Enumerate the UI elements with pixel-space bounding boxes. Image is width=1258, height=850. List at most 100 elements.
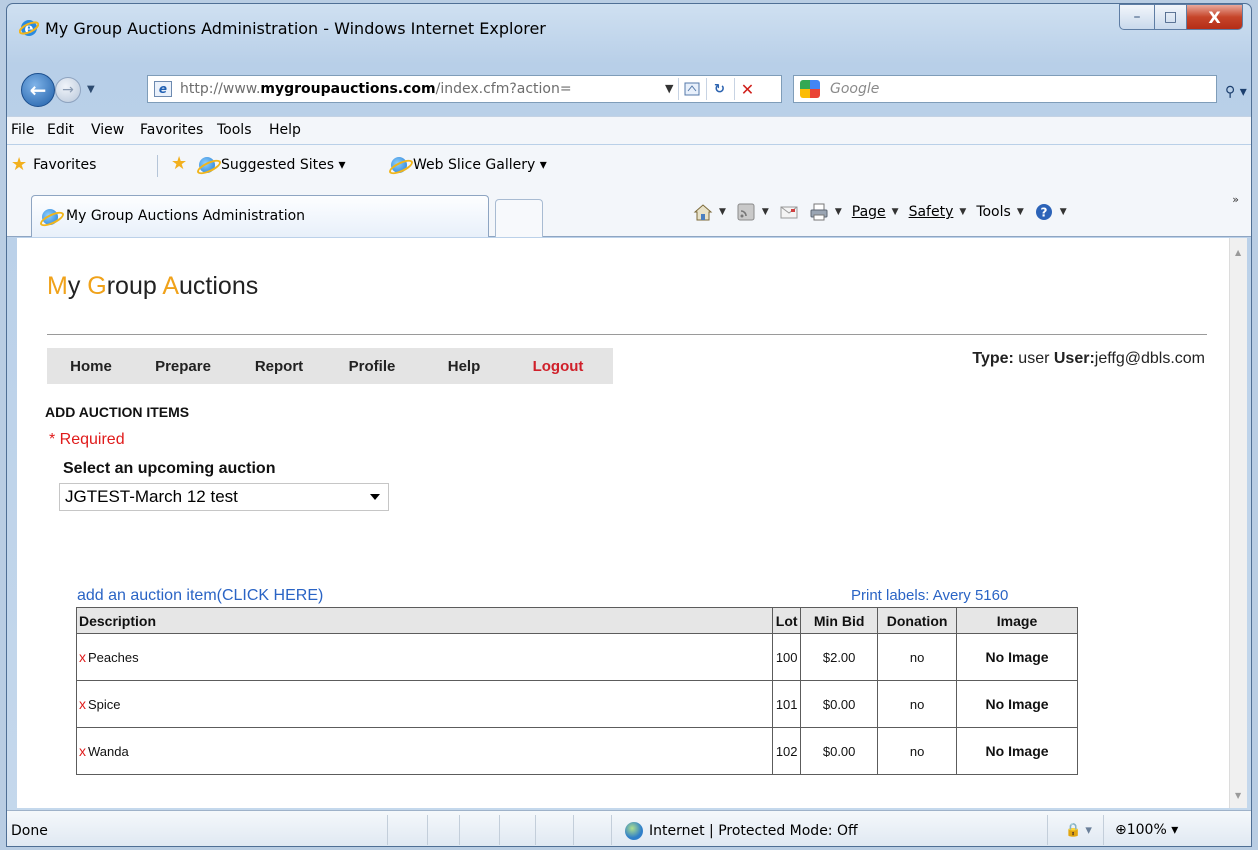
nav-help[interactable]: Help — [417, 348, 511, 384]
nav-report[interactable]: Report — [231, 348, 327, 384]
scroll-up-icon[interactable]: ▲ — [1235, 248, 1241, 257]
ie-icon — [391, 157, 407, 173]
status-divider — [535, 815, 536, 845]
chevron-down-icon — [370, 494, 380, 500]
compatibility-view-icon[interactable] — [678, 78, 704, 100]
status-divider — [499, 815, 500, 845]
stop-icon[interactable]: ✕ — [734, 78, 760, 100]
delete-item-icon[interactable]: x — [79, 696, 86, 712]
print-button[interactable]: ▼ — [809, 203, 842, 221]
google-icon — [800, 80, 820, 98]
item-description: x Wanda — [75, 727, 773, 775]
minimize-button[interactable]: – — [1119, 4, 1155, 30]
search-input[interactable]: Google — [830, 81, 879, 97]
read-mail-button[interactable] — [779, 203, 799, 221]
menu-file[interactable]: File — [11, 122, 34, 138]
close-button[interactable]: X — [1187, 4, 1243, 30]
svg-text:?: ? — [1040, 206, 1047, 220]
print-labels-link[interactable]: Print labels: Avery 5160 — [851, 587, 1008, 604]
status-divider — [1047, 815, 1048, 845]
web-slice-gallery-label: Web Slice Gallery ▾ — [413, 157, 547, 173]
suggested-sites-link[interactable]: Suggested Sites ▾ — [199, 157, 346, 173]
item-min-bid: $0.00 — [800, 727, 878, 775]
item-image: No Image — [956, 633, 1078, 681]
safety-menu-button[interactable]: Safety ▼ — [909, 204, 967, 220]
favorites-label: Favorites — [33, 157, 97, 173]
nav-home[interactable]: Home — [47, 348, 135, 384]
column-header-image: Image — [956, 607, 1078, 634]
item-description: x Spice — [75, 680, 773, 728]
page-content: My Group Auctions Home Prepare Report Pr… — [17, 238, 1229, 808]
item-lot: 101 — [772, 680, 801, 728]
item-donation: no — [877, 727, 957, 775]
nav-logout[interactable]: Logout — [511, 348, 605, 384]
auction-select[interactable]: JGTEST-March 12 test — [59, 483, 389, 511]
main-nav: Home Prepare Report Profile Help Logout — [47, 348, 613, 384]
scroll-down-icon[interactable]: ▼ — [1235, 791, 1241, 800]
zoom-level[interactable]: ⊕100% ▾ — [1115, 822, 1178, 838]
printer-icon — [810, 203, 828, 221]
address-bar[interactable]: e http://www.mygroupauctions.com/index.c… — [147, 75, 782, 103]
table-row: x Spice 101 $0.00 no No Image — [75, 680, 1078, 728]
vertical-scrollbar[interactable]: ▲ ▼ — [1229, 238, 1247, 808]
help-menu-button[interactable]: ? ▼ — [1034, 203, 1067, 221]
tab-my-group-auctions[interactable]: My Group Auctions Administration — [31, 195, 489, 237]
nav-prepare[interactable]: Prepare — [135, 348, 231, 384]
tab-bar: My Group Auctions Administration ▼ ▼ ▼ P… — [7, 185, 1251, 237]
menu-edit[interactable]: Edit — [47, 122, 74, 138]
address-dropdown-icon[interactable]: ▼ — [665, 82, 673, 95]
table-row: x Peaches 100 $2.00 no No Image — [75, 633, 1078, 681]
menu-tools[interactable]: Tools — [217, 122, 252, 138]
favorites-separator — [157, 155, 158, 177]
column-header-donation: Donation — [877, 607, 958, 634]
auction-select-label: Select an upcoming auction — [63, 460, 276, 477]
item-description: x Peaches — [75, 633, 773, 681]
suggested-sites-label: Suggested Sites ▾ — [221, 157, 346, 173]
auction-select-value: JGTEST-March 12 test — [65, 487, 238, 506]
item-description-link[interactable]: Peaches — [88, 650, 139, 665]
tools-menu-button[interactable]: Tools ▼ — [976, 204, 1023, 220]
add-auction-item-link[interactable]: add an auction item(CLICK HERE) — [77, 587, 323, 605]
mail-icon — [780, 206, 798, 219]
web-slice-gallery-link[interactable]: Web Slice Gallery ▾ — [391, 157, 547, 173]
add-to-favorites-bar-button[interactable]: ★ — [171, 155, 187, 173]
column-header-lot: Lot — [772, 607, 802, 634]
protected-mode-icon[interactable]: 🔒 ▾ — [1065, 823, 1092, 838]
home-button[interactable]: ▼ — [693, 203, 726, 221]
chevron-more-icon[interactable]: » — [1232, 193, 1239, 206]
maximize-button[interactable]: □ — [1155, 4, 1187, 30]
status-divider — [387, 815, 388, 845]
item-description-link[interactable]: Wanda — [88, 744, 129, 759]
favorites-button[interactable]: ★ Favorites — [11, 154, 97, 175]
item-min-bid: $2.00 — [800, 633, 878, 681]
new-tab-button[interactable] — [495, 199, 543, 237]
browser-window: e My Group Auctions Administration - Win… — [6, 3, 1252, 847]
column-header-min-bid: Min Bid — [800, 607, 879, 634]
item-description-link[interactable]: Spice — [88, 697, 121, 712]
search-box[interactable]: Google — [793, 75, 1217, 103]
menu-view[interactable]: View — [91, 122, 124, 138]
feeds-button[interactable]: ▼ — [736, 203, 769, 221]
item-image: No Image — [956, 727, 1078, 775]
menu-help[interactable]: Help — [269, 122, 301, 138]
security-zone-label: Internet | Protected Mode: Off — [649, 823, 858, 839]
back-button[interactable]: ← — [21, 73, 55, 107]
nav-profile[interactable]: Profile — [327, 348, 417, 384]
delete-item-icon[interactable]: x — [79, 743, 86, 759]
user-info: Type: user User:jeffg@dbls.com — [972, 350, 1205, 367]
security-zone[interactable]: Internet | Protected Mode: Off — [625, 822, 858, 840]
forward-arrow-icon: → — [62, 82, 74, 98]
address-url[interactable]: http://www.mygroupauctions.com/index.cfm… — [180, 81, 572, 97]
page-menu-button[interactable]: Page ▼ — [852, 204, 899, 220]
header-divider — [47, 334, 1207, 335]
delete-item-icon[interactable]: x — [79, 649, 86, 665]
item-lot: 100 — [772, 633, 801, 681]
refresh-icon[interactable]: ↻ — [706, 78, 732, 100]
forward-button[interactable]: → — [55, 77, 81, 103]
status-divider — [427, 815, 428, 845]
recent-pages-dropdown-icon[interactable]: ▼ — [87, 84, 95, 95]
rss-feed-icon — [737, 203, 755, 221]
favorites-star-icon: ★ — [11, 154, 28, 175]
menu-favorites[interactable]: Favorites — [140, 122, 203, 138]
search-icon[interactable]: ⚲ ▾ — [1225, 84, 1247, 100]
